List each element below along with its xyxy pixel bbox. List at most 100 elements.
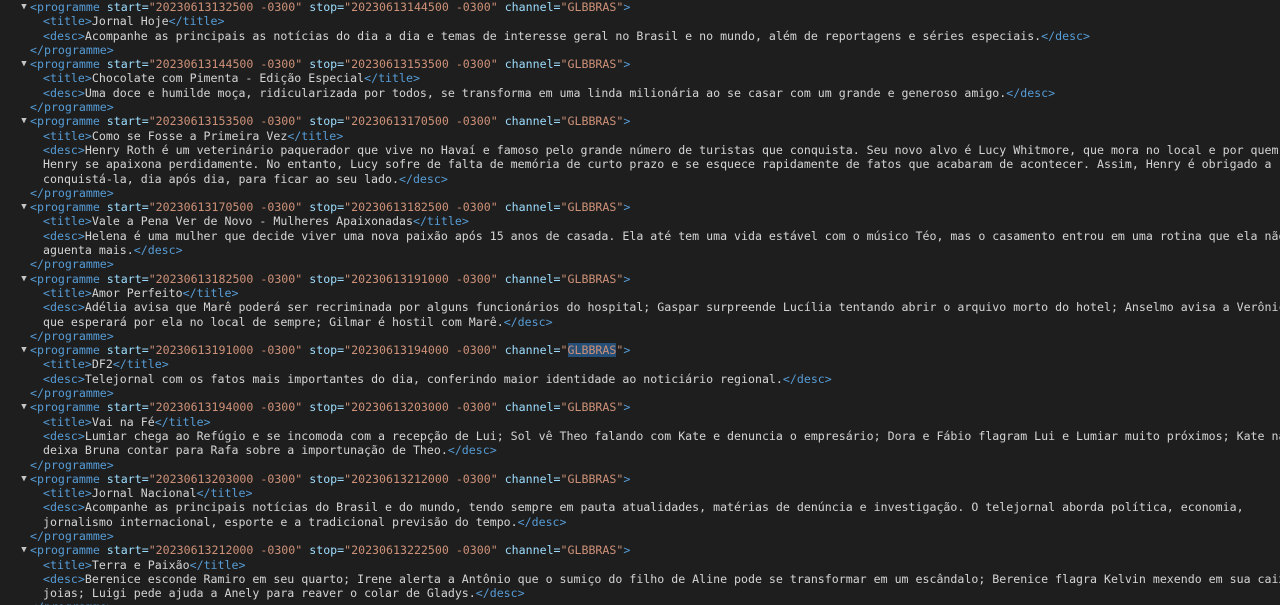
start-attr-value: "20230613132500 -0300"	[148, 0, 303, 14]
stop-attr-value: "20230613194000 -0300"	[344, 343, 498, 358]
programme-open-line: ▼ <programme start="20230613170500 -0300"…	[0, 200, 1280, 214]
desc-open-tag: <desc>	[43, 142, 85, 157]
title-line: <title>Amor Perfeito</title>	[0, 286, 1280, 300]
desc-line: <desc>Telejornal com os fatos mais impor…	[0, 372, 1280, 386]
desc-block: <desc>Adélia avisa que Marê poderá ser r…	[0, 300, 1280, 329]
desc-block: <desc>Berenice esconde Ramiro em seu qua…	[0, 572, 1280, 601]
collapse-toggle-icon[interactable]: ▼	[20, 272, 28, 286]
programme-desc: Acompanhe as principais as notícias do d…	[84, 28, 1042, 43]
stop-attr-value: "20230613203000 -0300"	[344, 400, 498, 415]
channel-value-text: GLBBRAS	[567, 543, 617, 558]
desc-close-tag: </desc>	[517, 514, 567, 529]
desc-open-tag: <desc>	[43, 300, 85, 315]
channel-value-text: GLBBRAS	[567, 200, 617, 215]
collapse-toggle-icon[interactable]: ▼	[20, 57, 28, 71]
title-close-tag: </title>	[154, 414, 211, 429]
programme-close-tag: </programme>	[30, 100, 114, 115]
start-attr-value: "20230613203000 -0300"	[148, 471, 303, 486]
title-line: <title>Chocolate com Pimenta - Edição Es…	[0, 71, 1280, 85]
channel-attr-name: channel=	[504, 343, 561, 358]
programme-desc: Helena é uma mulher que decide viver uma…	[84, 228, 1280, 243]
programme-close-line: </programme>	[0, 257, 1280, 271]
title-close-tag: </title>	[364, 71, 420, 86]
start-attr-value: "20230613191000 -0300"	[148, 343, 303, 358]
collapse-toggle-icon[interactable]: ▼	[20, 472, 28, 486]
programme-open-line: ▼ <programme start="20230613203000 -0300"…	[0, 472, 1280, 486]
start-attr-name: start=	[106, 400, 149, 415]
channel-attr-value: "GLBBRAS"	[560, 543, 624, 558]
start-attr-value: "20230613170500 -0300"	[148, 200, 303, 215]
programme-desc: Berenice esconde Ramiro em seu quarto; I…	[84, 571, 1280, 586]
desc-close-tag: </desc>	[447, 443, 497, 458]
desc-close-tag: </desc>	[1041, 28, 1091, 43]
collapse-toggle-icon[interactable]: ▼	[20, 114, 28, 128]
programme-close-line: </programme>	[0, 386, 1280, 400]
programme-close-tag: </programme>	[30, 457, 114, 472]
programme-desc: Lumiar chega ao Refúgio e se incomoda co…	[84, 428, 1280, 443]
start-attr-name: start=	[106, 57, 149, 72]
programme-desc: Henry Roth é um veterinário paquerador q…	[84, 142, 1279, 157]
collapse-toggle-icon[interactable]: ▼	[20, 200, 28, 214]
programme-close-line: </programme>	[0, 100, 1280, 114]
stop-attr-value: "20230613222500 -0300"	[344, 543, 498, 558]
programme-close-tag: </programme>	[30, 185, 114, 200]
programme-title: Como se Fosse a Primeira Vez	[91, 128, 288, 143]
title-line: <title>Vai na Fé</title>	[0, 415, 1280, 429]
start-attr-name: start=	[106, 200, 149, 215]
desc-close-tag: </desc>	[782, 371, 832, 386]
programme-open-tag-end: >	[623, 271, 631, 286]
programme-close-tag: </programme>	[30, 386, 114, 401]
channel-attr-name: channel=	[504, 543, 561, 558]
desc-open-tag: <desc>	[43, 428, 85, 443]
channel-attr-value: "GLBBRAS"	[560, 471, 624, 486]
title-open-tag: <title>	[43, 14, 92, 29]
programme-open-line: ▼ <programme start="20230613212000 -0300"…	[0, 543, 1280, 557]
desc-line: deixa Bruna contar para Rafa sobre a imp…	[0, 443, 1280, 457]
programme-open-tag: <programme	[30, 471, 100, 486]
title-open-tag: <title>	[43, 285, 92, 300]
stop-attr-name: stop=	[309, 471, 345, 486]
title-open-tag: <title>	[43, 486, 92, 501]
xml-viewer[interactable]: ▼ <programme start="20230613132500 -0300"…	[0, 0, 1280, 605]
programme-open-tag: <programme	[30, 400, 100, 415]
programme-desc: Telejornal com os fatos mais importantes…	[84, 371, 783, 386]
programme-open-line: ▼ <programme start="20230613132500 -0300"…	[0, 0, 1280, 14]
programme-title: Vai na Fé	[91, 414, 155, 429]
collapse-toggle-icon[interactable]: ▼	[20, 343, 28, 357]
programme-open-tag: <programme	[30, 271, 100, 286]
desc-block: <desc>Acompanhe as principais notícias d…	[0, 500, 1280, 529]
start-attr-value: "20230613194000 -0300"	[148, 400, 303, 415]
collapse-toggle-icon[interactable]: ▼	[20, 400, 28, 414]
collapse-toggle-icon[interactable]: ▼	[20, 0, 28, 14]
channel-value-text: GLBBRAS	[567, 0, 617, 14]
title-open-tag: <title>	[43, 557, 92, 572]
channel-attr-name: channel=	[504, 471, 561, 486]
desc-line: Henry se apaixona perdidamente. No entan…	[0, 157, 1280, 171]
desc-block: <desc>Lumiar chega ao Refúgio e se incom…	[0, 429, 1280, 458]
stop-attr-name: stop=	[309, 543, 345, 558]
collapse-toggle-icon[interactable]: ▼	[20, 543, 28, 557]
desc-block: <desc>Telejornal com os fatos mais impor…	[0, 372, 1280, 386]
desc-line: <desc>Uma doce e humilde moça, ridicular…	[0, 86, 1280, 100]
programme-desc: conquistá-la, dia após dia, para ficar a…	[43, 171, 399, 186]
stop-attr-name: stop=	[309, 114, 345, 129]
start-attr-name: start=	[106, 0, 149, 14]
programme-open-tag: <programme	[30, 0, 100, 14]
channel-attr-name: channel=	[504, 114, 561, 129]
programme-open-line: ▼ <programme start="20230613191000 -0300"…	[0, 343, 1280, 358]
desc-open-tag: <desc>	[43, 28, 85, 43]
desc-open-tag: <desc>	[43, 371, 85, 386]
desc-open-tag: <desc>	[43, 85, 85, 100]
desc-open-tag: <desc>	[43, 228, 85, 243]
programme-close-line: </programme>	[0, 186, 1280, 200]
programme-title: Vale a Pena Ver de Novo - Mulheres Apaix…	[91, 214, 413, 229]
channel-attr-value: "GLBBRAS"	[560, 400, 624, 415]
channel-attr-value: "GLBBRAS"	[560, 271, 624, 286]
desc-line: que esperará por ela no local de sempre;…	[0, 315, 1280, 329]
title-line: <title>Como se Fosse a Primeira Vez</tit…	[0, 129, 1280, 143]
start-attr-name: start=	[106, 343, 149, 358]
desc-line: joias; Luigi pede ajuda a Anely para rea…	[0, 586, 1280, 600]
desc-line: <desc>Acompanhe as principais notícias d…	[0, 500, 1280, 514]
stop-attr-value: "20230613191000 -0300"	[344, 271, 498, 286]
channel-attr-name: channel=	[504, 400, 561, 415]
